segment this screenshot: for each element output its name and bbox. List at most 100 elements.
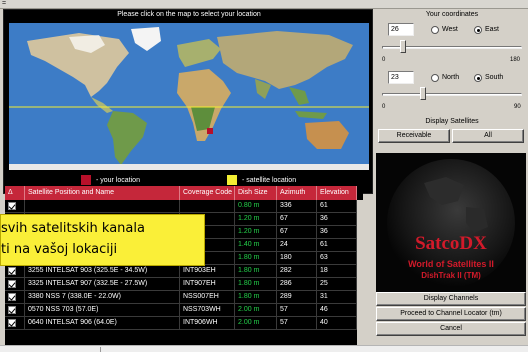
west-label: West (442, 26, 458, 33)
azimuth-cell: 180 (277, 252, 317, 265)
west-radio[interactable]: West (431, 25, 458, 34)
table-row[interactable]: 0570 NSS 703 (57.0E) NSS703WH 2.00 m 57 46 (5, 304, 357, 317)
receivable-button[interactable]: Receivable (378, 129, 450, 143)
dish-size-cell: 1.80 m (235, 291, 277, 304)
column-header-sort[interactable]: Δ (5, 186, 25, 200)
table-row[interactable]: 3255 INTELSAT 903 (325.5E - 34.5W) INT903… (5, 265, 357, 278)
row-checkbox[interactable] (8, 202, 16, 210)
table-row[interactable]: 3325 INTELSAT 907 (332.5E - 27.5W) INT907… (5, 278, 357, 291)
row-checkbox-cell[interactable] (5, 278, 25, 291)
azimuth-cell: 24 (277, 239, 317, 252)
all-button[interactable]: All (452, 129, 524, 143)
azimuth-cell: 67 (277, 213, 317, 226)
azimuth-cell: 67 (277, 226, 317, 239)
coordinates-title: Your coordinates (425, 11, 479, 18)
table-row[interactable]: 0640 INTELSAT 906 (64.0E) INT906WH 2.00 m5… (5, 317, 357, 330)
column-header-dish-size[interactable]: Dish Size (235, 186, 277, 200)
east-radio-dot (474, 25, 482, 34)
column-header-elevation[interactable]: Elevation (317, 186, 357, 200)
row-checkbox[interactable] (8, 319, 16, 327)
row-checkbox[interactable] (8, 306, 16, 314)
dish-size-cell: 1.20 m (235, 213, 277, 226)
column-header-satellite[interactable]: Satellite Position and Name (25, 186, 180, 200)
elevation-cell: 61 (317, 239, 357, 252)
display-channels-button[interactable]: Display Channels (376, 292, 526, 306)
south-radio-dot (474, 73, 482, 82)
longitude-field[interactable]: 26 (388, 23, 414, 36)
table-row[interactable]: 3380 NSS 7 (338.0E - 22.0W) NSS007EH 1.80 … (5, 291, 357, 304)
caption-line-2: ti na vašoj lokaciji (1, 242, 118, 257)
elevation-cell: 36 (317, 226, 357, 239)
longitude-min: 0 (382, 57, 386, 63)
north-radio[interactable]: North (431, 73, 459, 82)
south-radio[interactable]: South (474, 73, 503, 82)
map-caption: Please click on the map to select your l… (117, 11, 261, 18)
azimuth-cell: 57 (277, 317, 317, 330)
satellite-name-cell: 0570 NSS 703 (57.0E) (25, 304, 180, 317)
dish-size-cell: 1.20 m (235, 226, 277, 239)
cancel-button[interactable]: Cancel (376, 322, 526, 336)
row-checkbox-cell[interactable] (5, 317, 25, 330)
latitude-max: 90 (514, 104, 521, 110)
title-bar: = (0, 0, 528, 9)
azimuth-cell: 57 (277, 304, 317, 317)
coverage-code-cell: INT903EH (180, 265, 235, 278)
elevation-cell: 61 (317, 200, 357, 213)
dish-size-cell: 1.80 m (235, 278, 277, 291)
satellite-location-swatch (227, 175, 237, 185)
column-header-azimuth[interactable]: Azimuth (277, 186, 317, 200)
coverage-code-cell: NSS007EH (180, 291, 235, 304)
row-checkbox-cell[interactable] (5, 291, 25, 304)
coverage-code-cell: NSS703WH (180, 304, 235, 317)
horizontal-scrollbar[interactable] (0, 345, 528, 352)
table-header: Δ Satellite Position and Name Coverage C… (5, 186, 357, 200)
column-header-coverage[interactable]: Coverage Code (180, 186, 235, 200)
elevation-cell: 36 (317, 213, 357, 226)
caption-line-1: svih satelitskih kanala (1, 221, 145, 236)
system-menu-icon[interactable]: = (2, 0, 6, 8)
satellite-name-cell: 3380 NSS 7 (338.0E - 22.0W) (25, 291, 180, 304)
dish-size-cell: 1.80 m (235, 252, 277, 265)
east-label: East (485, 26, 500, 33)
row-checkbox[interactable] (8, 280, 16, 288)
azimuth-cell: 289 (277, 291, 317, 304)
row-checkbox-cell[interactable] (5, 304, 25, 317)
row-checkbox-cell[interactable] (5, 265, 25, 278)
dishtrak-window: Please click on the map to select your l… (0, 9, 528, 345)
elevation-cell: 18 (317, 265, 357, 278)
satellite-name-cell: 0640 INTELSAT 906 (64.0E) (25, 317, 180, 330)
table-row[interactable]: 0.80 m 336 61 (5, 200, 357, 213)
display-satellites-title: Display Satellites (425, 118, 479, 125)
table-scrollbar[interactable] (357, 200, 363, 345)
satellite-name-cell (25, 200, 180, 213)
dish-size-cell: 1.80 m (235, 265, 277, 278)
elevation-cell: 46 (317, 304, 357, 317)
latitude-slider-thumb[interactable] (420, 87, 426, 100)
satellite-name-cell: 3255 INTELSAT 903 (325.5E - 34.5W) (25, 265, 180, 278)
dish-size-cell: 2.00 m (235, 304, 277, 317)
row-checkbox[interactable] (8, 293, 16, 301)
dish-size-cell: 0.80 m (235, 200, 277, 213)
scrollbar-thumb[interactable] (100, 347, 101, 352)
longitude-max: 180 (510, 57, 521, 63)
latitude-slider[interactable] (382, 87, 522, 101)
world-map[interactable] (9, 23, 369, 170)
latitude-min: 0 (382, 104, 386, 110)
coverage-code-cell: INT906WH (180, 317, 235, 330)
elevation-cell: 40 (317, 317, 357, 330)
row-checkbox-cell[interactable] (5, 200, 25, 213)
longitude-slider[interactable] (382, 40, 522, 54)
latitude-field[interactable]: 23 (388, 71, 414, 84)
satellite-name-cell: 3325 INTELSAT 907 (332.5E - 27.5W) (25, 278, 180, 291)
row-checkbox[interactable] (8, 267, 16, 275)
logo-title: SatcoDX (415, 233, 487, 254)
your-location-swatch (81, 175, 91, 185)
dish-size-cell: 2.00 m (235, 317, 277, 330)
east-radio[interactable]: East (474, 25, 499, 34)
south-label: South (485, 74, 504, 81)
logo-product: DishTrak II (TM) (421, 271, 481, 280)
proceed-to-channel-locator-button[interactable]: Proceed to Channel Locator (tm) (376, 307, 526, 321)
north-label: North (442, 74, 460, 81)
longitude-slider-thumb[interactable] (400, 40, 406, 53)
azimuth-cell: 286 (277, 278, 317, 291)
